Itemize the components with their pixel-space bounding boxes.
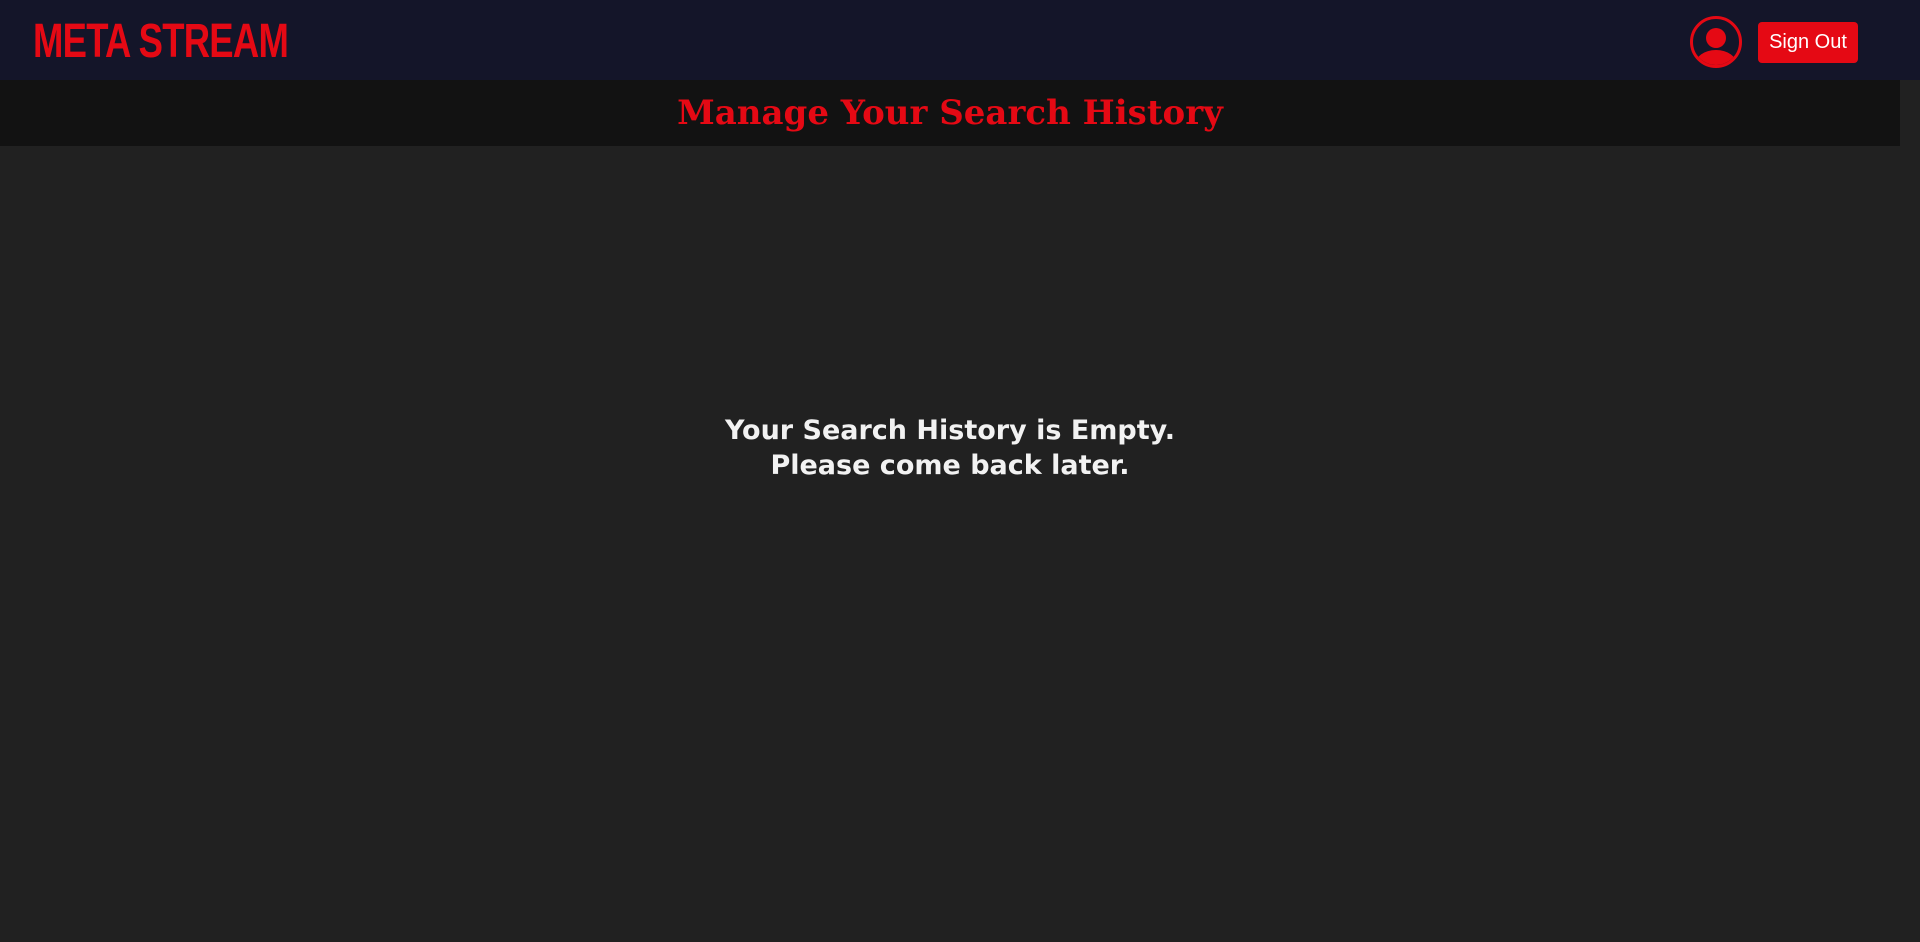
empty-message-line-1: Your Search History is Empty. [724, 415, 1176, 446]
user-avatar-icon[interactable] [1690, 16, 1742, 68]
user-silhouette-icon [1695, 28, 1737, 65]
empty-history-message: Your Search History is Empty. Please com… [0, 413, 1900, 483]
meta-stream-logo[interactable]: META STREAM [33, 16, 289, 68]
page-title: Manage Your Search History [677, 93, 1223, 133]
top-navigation-bar: META STREAM Sign Out [0, 0, 1920, 80]
empty-message-line-2: Please come back later. [770, 450, 1130, 481]
page-title-band: Manage Your Search History [0, 80, 1900, 146]
sign-out-button[interactable]: Sign Out [1758, 22, 1858, 63]
